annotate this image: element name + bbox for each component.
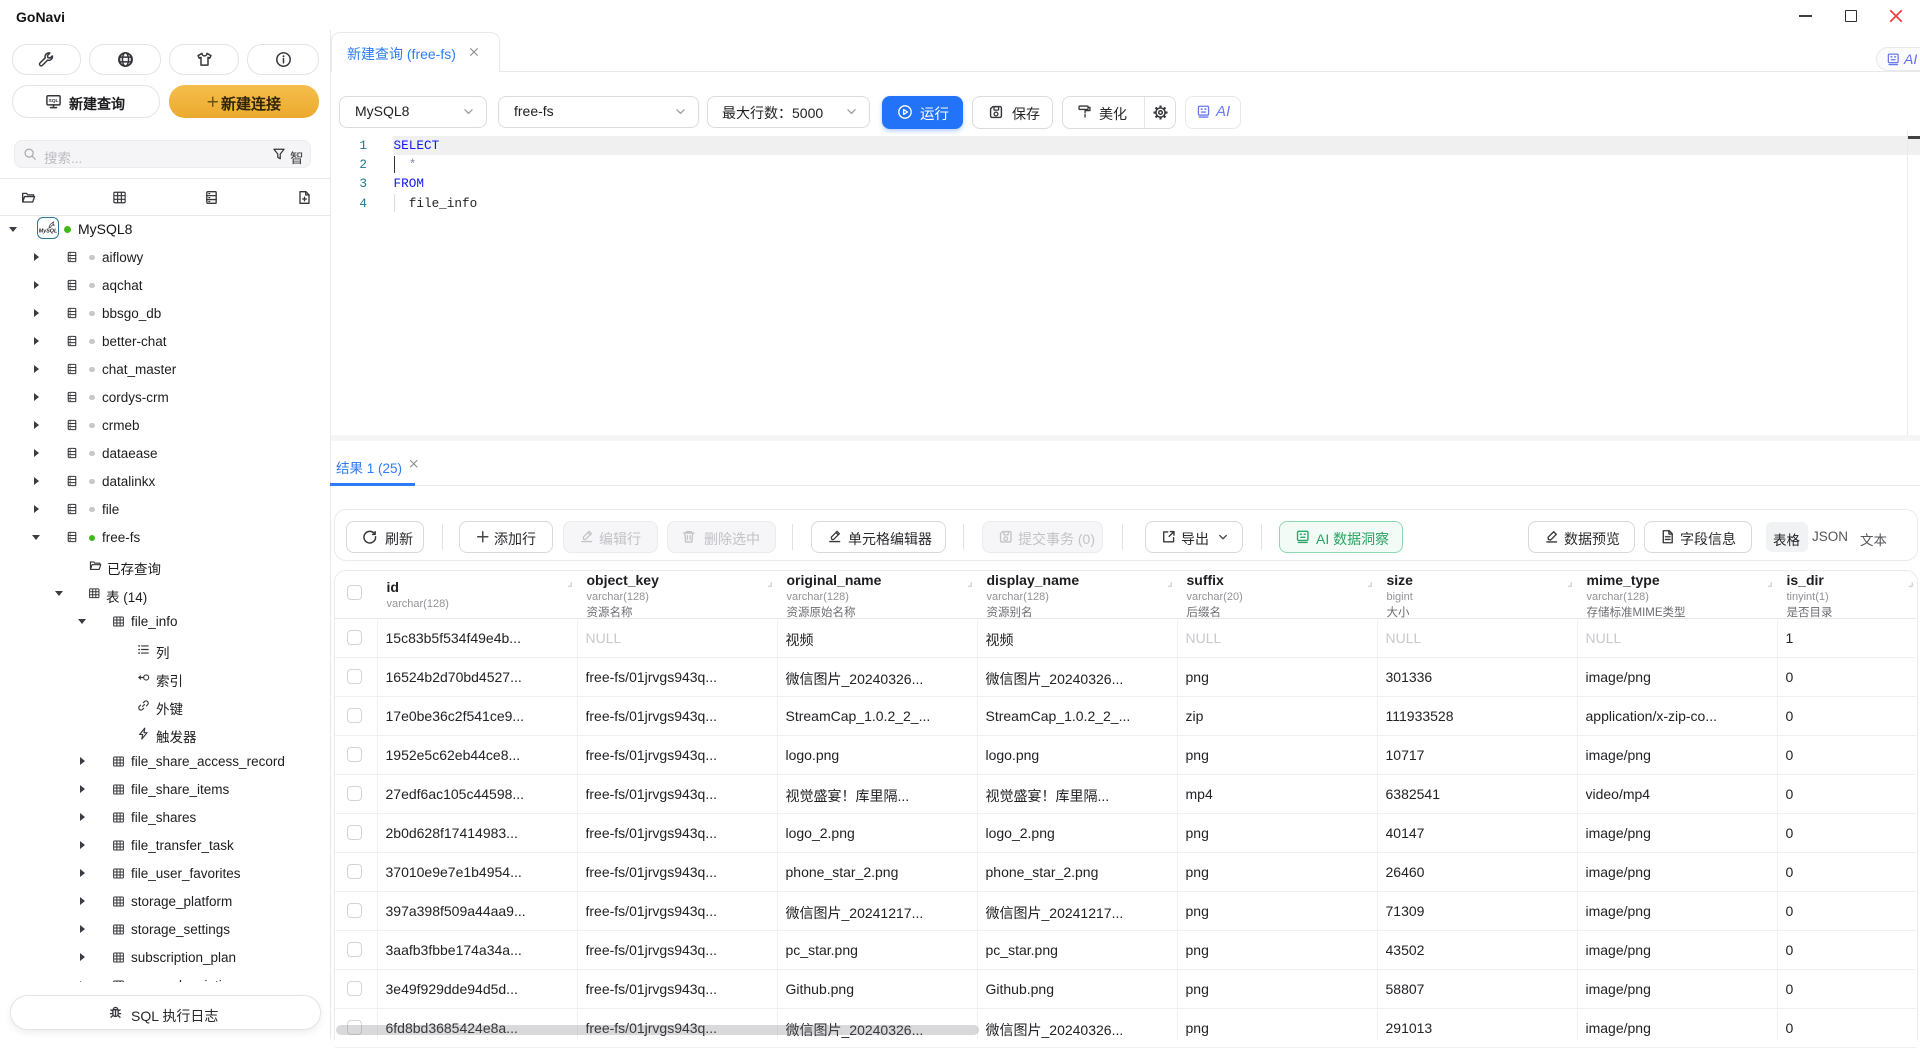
svg-text:MySQL: MySQL — [39, 229, 58, 235]
svg-text:SQL: SQL — [48, 98, 58, 104]
